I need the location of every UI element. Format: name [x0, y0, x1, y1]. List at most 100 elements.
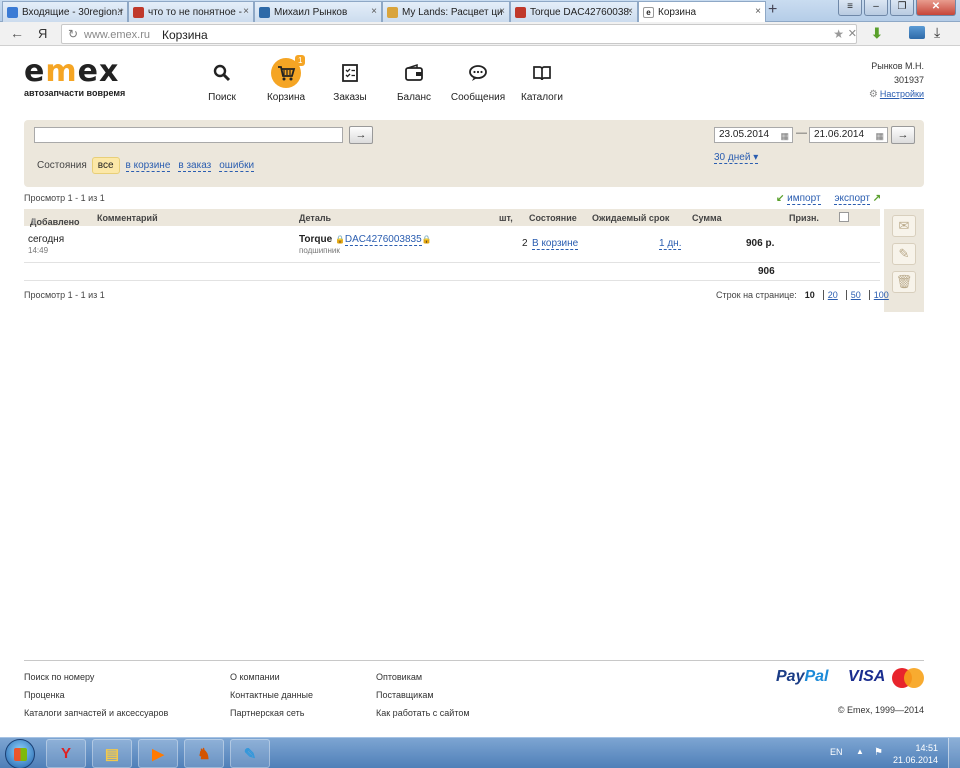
rows-per-page-option[interactable]: 10 [801, 290, 819, 300]
expected-term-link[interactable]: 1 дн. [659, 238, 682, 250]
browser-tab[interactable]: что то не понятное - × [128, 1, 254, 22]
row-status-link[interactable]: В корзине [532, 238, 579, 250]
game-app-icon[interactable]: ♞ [184, 739, 224, 768]
nav-cart[interactable]: 1 Корзина [254, 55, 318, 103]
edit-icon[interactable]: ✎ [892, 243, 916, 265]
yandex-browser-app-icon[interactable]: Y [46, 739, 86, 768]
part-number-link[interactable]: DAC4276003835 [344, 234, 422, 246]
site-icon [515, 6, 526, 18]
downloads-list-icon[interactable]: ⤓ [934, 24, 940, 41]
settings-link[interactable]: Настройки [880, 89, 924, 99]
language-indicator[interactable]: EN [830, 747, 843, 757]
footer-link[interactable]: Поиск по номеру [24, 668, 168, 686]
menu-icon[interactable]: ≡ [838, 0, 862, 16]
logo-slogan: автозапчасти вовремя [24, 88, 126, 98]
book-icon [527, 58, 557, 88]
status-all-chip[interactable]: все [91, 157, 120, 174]
date-from-field[interactable]: 23.05.2014 ▦ [714, 127, 793, 143]
nav-orders[interactable]: Заказы [318, 58, 382, 103]
tray-expand-icon[interactable]: ▲ [856, 747, 864, 756]
paypal-logo: PayPal [776, 668, 829, 685]
period-dropdown[interactable]: 30 дней ▾ [714, 152, 759, 164]
nav-messages[interactable]: Сообщения [446, 58, 510, 103]
status-to-order-link[interactable]: в заказ [178, 160, 212, 172]
quantity[interactable]: 2 [522, 238, 528, 249]
close-tab-icon[interactable]: × [499, 6, 505, 17]
pager-info-bottom: Просмотр 1 - 1 из 1 [24, 290, 105, 300]
search-go-button[interactable]: → [349, 126, 373, 144]
row-sum: 906 р. [746, 238, 775, 249]
nav-search[interactable]: Поиск [190, 58, 254, 103]
date-to-field[interactable]: 21.06.2014 ▦ [809, 127, 888, 143]
screenshot-icon[interactable] [909, 26, 925, 39]
url-field[interactable]: ↻ www.emex.ru Корзина ★ ✕ [61, 24, 857, 44]
new-tab-icon[interactable]: + [768, 1, 777, 19]
media-player-icon[interactable]: ▶ [138, 739, 178, 768]
footer-col-2: О компании Контактные данные Партнерская… [230, 668, 313, 722]
start-button[interactable] [5, 739, 35, 768]
trash-icon[interactable]: 🗑 [892, 271, 916, 293]
emex-logo[interactable]: emex автозапчасти вовремя [24, 57, 146, 99]
explorer-folder-icon[interactable]: ▤ [92, 739, 132, 768]
bookmark-star-icon[interactable]: ★ [833, 27, 844, 41]
col-expected: Ожидаемый срок [592, 213, 670, 223]
browser-tab[interactable]: Torque DAC42760038: × [510, 1, 638, 22]
reload-icon[interactable]: ↻ [68, 27, 78, 41]
address-bar: ← Я ↻ www.emex.ru Корзина ★ ✕ ⬇ ⤓ [0, 22, 960, 46]
yandex-button[interactable]: Я [38, 26, 47, 41]
add-to-order-icon[interactable]: ✉ [892, 215, 916, 237]
clock[interactable]: 14:51 21.06.2014 [893, 742, 938, 766]
search-input[interactable] [34, 127, 343, 143]
paint-app-icon[interactable]: ✎ [230, 739, 270, 768]
export-link[interactable]: экспорт [834, 193, 870, 205]
footer-link[interactable]: Партнерская сеть [230, 704, 313, 722]
rows-per-page-option[interactable]: 50 [845, 290, 865, 300]
col-qty: шт, [499, 213, 513, 223]
close-tab-icon[interactable]: × [117, 6, 123, 17]
show-desktop-button[interactable] [948, 738, 960, 768]
col-detail: Деталь [299, 213, 332, 223]
close-tab-icon[interactable]: × [243, 6, 249, 17]
date-go-button[interactable]: → [891, 126, 915, 144]
footer-link[interactable]: О компании [230, 668, 313, 686]
select-all-checkbox[interactable] [839, 212, 849, 222]
footer-link[interactable]: Контактные данные [230, 686, 313, 704]
rows-per-page-option[interactable]: 100 [868, 290, 893, 300]
footer-link[interactable]: Каталоги запчастей и аксессуаров [24, 704, 168, 722]
clear-url-icon[interactable]: ✕ [848, 27, 857, 40]
calendar-icon[interactable]: ▦ [780, 129, 789, 143]
download-icon[interactable]: ⬇ [871, 25, 883, 42]
close-tab-icon[interactable]: × [627, 6, 633, 17]
browser-tab[interactable]: My Lands: Расцвет ци × [382, 1, 510, 22]
table-header: Добавлено ⇕ Комментарий Деталь шт, Состо… [24, 209, 880, 227]
footer-link[interactable]: Оптовикам [376, 668, 470, 686]
footer-link[interactable]: Как работать с сайтом [376, 704, 470, 722]
status-in-cart-link[interactable]: в корзине [125, 160, 171, 172]
table-row[interactable]: сегодня 14:49 Torque 🔒DAC4276003835🔒 под… [24, 227, 880, 263]
browser-tab[interactable]: Входящие - 30region.r × [2, 1, 128, 22]
footer-link[interactable]: Поставщикам [376, 686, 470, 704]
nav-balance[interactable]: Баланс [382, 58, 446, 103]
footer-link[interactable]: Проценка [24, 686, 168, 704]
system-tray: EN ▲ ⚑ 14:51 21.06.2014 [830, 738, 960, 768]
minimize-icon[interactable]: – [864, 0, 888, 16]
close-window-icon[interactable]: ✕ [916, 0, 956, 16]
back-arrow-icon[interactable]: ← [10, 25, 24, 41]
calendar-icon[interactable]: ▦ [875, 129, 884, 143]
action-center-flag-icon[interactable]: ⚑ [874, 747, 883, 758]
window-controls: ≡ – ❐ ✕ [836, 0, 956, 16]
maximize-icon[interactable]: ❐ [890, 0, 914, 16]
status-errors-link[interactable]: ошибки [219, 160, 255, 172]
close-tab-icon[interactable]: × [755, 6, 761, 17]
emex-favicon-icon: e [643, 7, 654, 18]
browser-tab[interactable]: Михаил Рынков × [254, 1, 382, 22]
statuses-label: Состояния [37, 160, 87, 171]
rows-per-page-option[interactable]: 20 [822, 290, 842, 300]
browser-tab-active[interactable]: e Корзина × [638, 1, 766, 23]
nav-catalogs[interactable]: Каталоги [510, 58, 574, 103]
import-link[interactable]: импорт [787, 193, 821, 205]
col-comment: Комментарий [97, 213, 158, 223]
filter-panel: → Состояния все в корзине в заказ ошибки… [24, 120, 924, 187]
user-id: 301937 [893, 75, 924, 85]
close-tab-icon[interactable]: × [371, 6, 377, 17]
